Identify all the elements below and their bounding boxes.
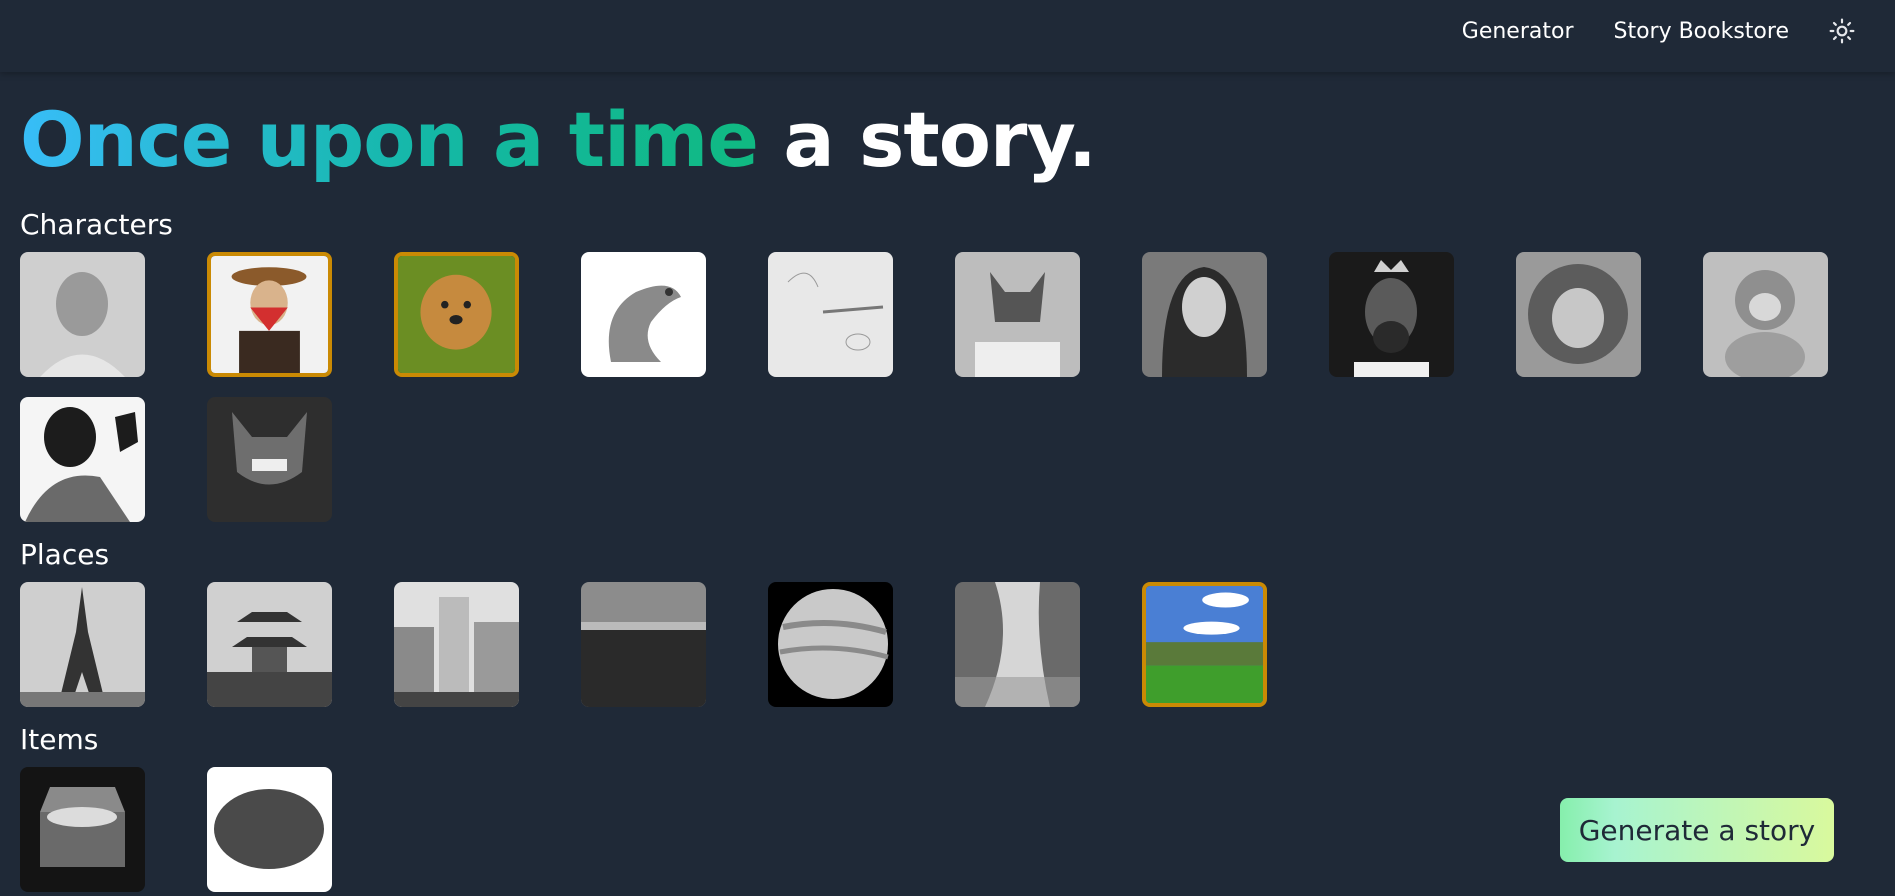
place-pagoda[interactable]: [207, 582, 332, 707]
character-boy[interactable]: [20, 252, 145, 377]
character-monkey[interactable]: [1703, 252, 1828, 377]
title-plain-text: a story.: [783, 95, 1096, 184]
character-masked-thief[interactable]: [20, 397, 145, 522]
places-heading: Places: [20, 538, 110, 571]
nav-bookstore-link[interactable]: Story Bookstore: [1613, 19, 1789, 44]
page-title: Once upon a time a story.: [20, 92, 1097, 188]
place-eiffel-tower[interactable]: [20, 582, 145, 707]
place-river[interactable]: [955, 582, 1080, 707]
place-church[interactable]: [394, 582, 519, 707]
generate-story-button[interactable]: Generate a story: [1560, 798, 1834, 862]
items-heading: Items: [20, 723, 99, 756]
place-seashore[interactable]: [581, 582, 706, 707]
character-pencil-sketch[interactable]: [768, 252, 893, 377]
character-golden-retriever[interactable]: [394, 252, 519, 377]
item-stone[interactable]: [207, 767, 332, 892]
characters-heading: Characters: [20, 208, 173, 241]
character-lion[interactable]: [1516, 252, 1641, 377]
place-planet[interactable]: [768, 582, 893, 707]
navbar: Generator Story Bookstore: [0, 0, 1895, 72]
character-gargoyle[interactable]: [955, 252, 1080, 377]
place-countryside[interactable]: [1142, 582, 1267, 707]
nav-generator-link[interactable]: Generator: [1462, 19, 1574, 44]
character-demon[interactable]: [207, 397, 332, 522]
title-gradient-text: Once upon a time: [20, 95, 759, 184]
character-king[interactable]: [1329, 252, 1454, 377]
character-cowboy-bandit[interactable]: [207, 252, 332, 377]
character-dragon[interactable]: [581, 252, 706, 377]
character-woman[interactable]: [1142, 252, 1267, 377]
item-treasure-chest[interactable]: [20, 767, 145, 892]
nav-links: Generator Story Bookstore: [1462, 18, 1855, 44]
sun-icon[interactable]: [1829, 18, 1855, 44]
